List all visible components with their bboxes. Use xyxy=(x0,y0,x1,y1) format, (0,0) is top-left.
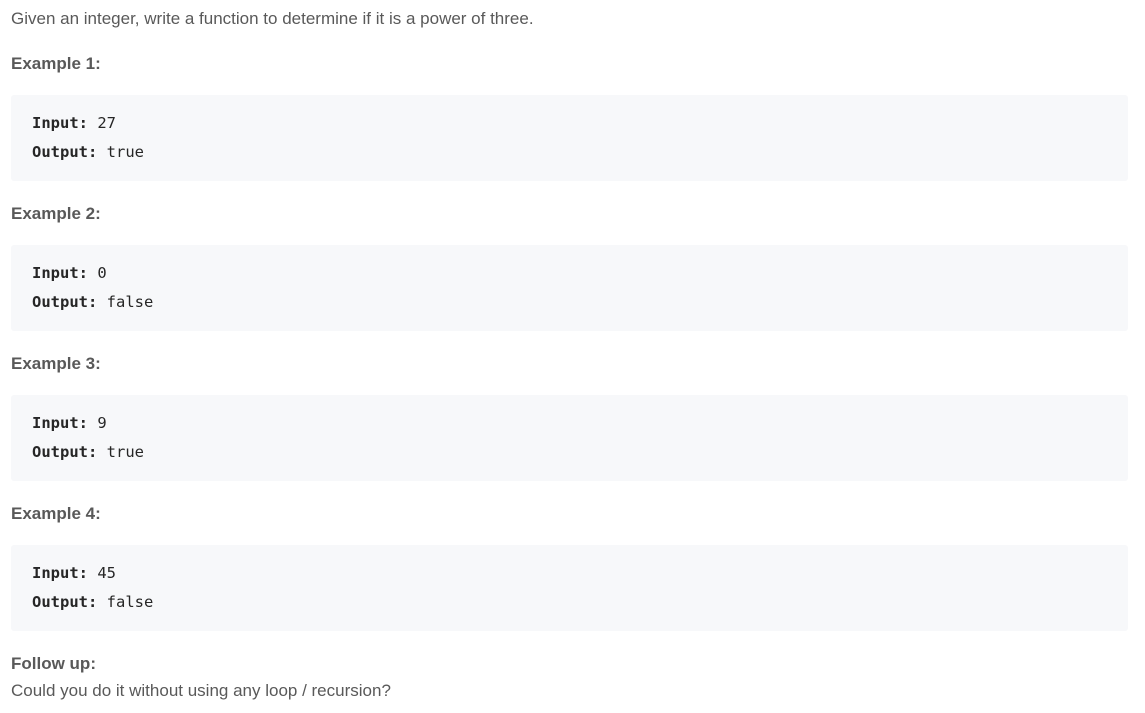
output-value: true xyxy=(97,143,144,161)
example-3-code-block: Input: 9 Output: true xyxy=(11,395,1128,481)
example-1-heading: Example 1: xyxy=(11,54,101,73)
output-label: Output: xyxy=(32,593,98,611)
example-2-heading: Example 2: xyxy=(11,204,101,223)
example-1-input-line: Input: 27 xyxy=(32,112,116,134)
input-label: Input: xyxy=(32,414,88,432)
example-4-code-block: Input: 45 Output: false xyxy=(11,545,1128,631)
example-1-output-line: Output: true xyxy=(32,141,144,163)
input-value: 45 xyxy=(88,564,116,582)
output-label: Output: xyxy=(32,443,98,461)
input-value: 9 xyxy=(88,414,107,432)
example-4-heading: Example 4: xyxy=(11,504,101,523)
follow-up-heading: Follow up: xyxy=(11,654,96,673)
example-2-output-line: Output: false xyxy=(32,291,153,313)
output-label: Output: xyxy=(32,293,98,311)
example-4-input-line: Input: 45 xyxy=(32,562,116,584)
follow-up-text: Could you do it without using any loop /… xyxy=(11,681,391,700)
output-value: false xyxy=(97,293,154,311)
example-4-output-line: Output: false xyxy=(32,591,153,613)
example-3-input-line: Input: 9 xyxy=(32,412,107,434)
input-value: 27 xyxy=(88,114,116,132)
input-label: Input: xyxy=(32,264,88,282)
output-value: false xyxy=(97,593,154,611)
example-3-output-line: Output: true xyxy=(32,441,144,463)
output-value: true xyxy=(97,443,144,461)
example-3-heading: Example 3: xyxy=(11,354,101,373)
example-1-code-block: Input: 27 Output: true xyxy=(11,95,1128,181)
example-2-code-block: Input: 0 Output: false xyxy=(11,245,1128,331)
example-2-input-line: Input: 0 xyxy=(32,262,107,284)
output-label: Output: xyxy=(32,143,98,161)
input-label: Input: xyxy=(32,114,88,132)
input-label: Input: xyxy=(32,564,88,582)
problem-description: Given an integer, write a function to de… xyxy=(11,9,534,28)
input-value: 0 xyxy=(88,264,107,282)
